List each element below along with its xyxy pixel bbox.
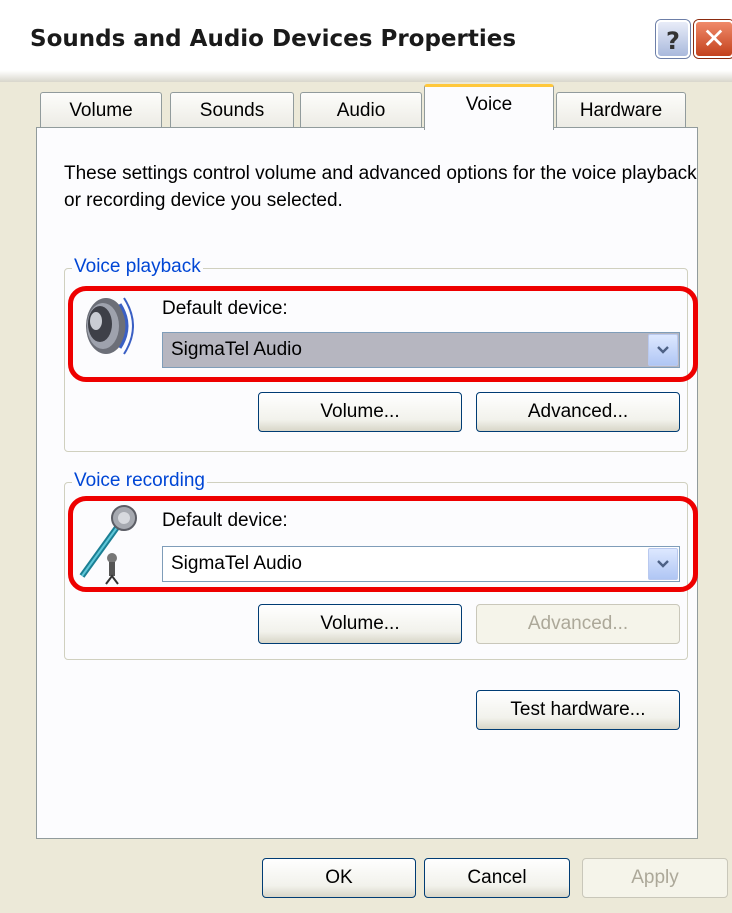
title-bar: Sounds and Audio Devices Properties ? ✕ xyxy=(0,0,732,82)
help-button[interactable]: ? xyxy=(656,20,690,58)
playback-volume-button[interactable]: Volume... xyxy=(258,392,462,432)
properties-window: Sounds and Audio Devices Properties ? ✕ … xyxy=(0,0,732,913)
recording-advanced-button: Advanced... xyxy=(476,604,680,644)
close-button[interactable]: ✕ xyxy=(694,20,732,58)
apply-button: Apply xyxy=(582,858,728,898)
recording-volume-button[interactable]: Volume... xyxy=(258,604,462,644)
window-title: Sounds and Audio Devices Properties xyxy=(30,26,517,52)
playback-advanced-button[interactable]: Advanced... xyxy=(476,392,680,432)
tab-sounds[interactable]: Sounds xyxy=(170,92,294,128)
ok-button[interactable]: OK xyxy=(262,858,416,898)
tab-voice[interactable]: Voice xyxy=(424,84,554,130)
tab-audio[interactable]: Audio xyxy=(300,92,422,128)
intro-text: These settings control volume and advanc… xyxy=(64,163,697,211)
recording-highlight-box xyxy=(68,496,698,592)
tab-volume[interactable]: Volume xyxy=(40,92,162,128)
voice-playback-legend: Voice playback xyxy=(72,256,203,278)
cancel-button[interactable]: Cancel xyxy=(424,858,570,898)
voice-recording-legend: Voice recording xyxy=(72,470,207,492)
playback-highlight-box xyxy=(68,286,698,382)
test-hardware-button[interactable]: Test hardware... xyxy=(476,690,680,730)
tab-hardware[interactable]: Hardware xyxy=(556,92,686,128)
